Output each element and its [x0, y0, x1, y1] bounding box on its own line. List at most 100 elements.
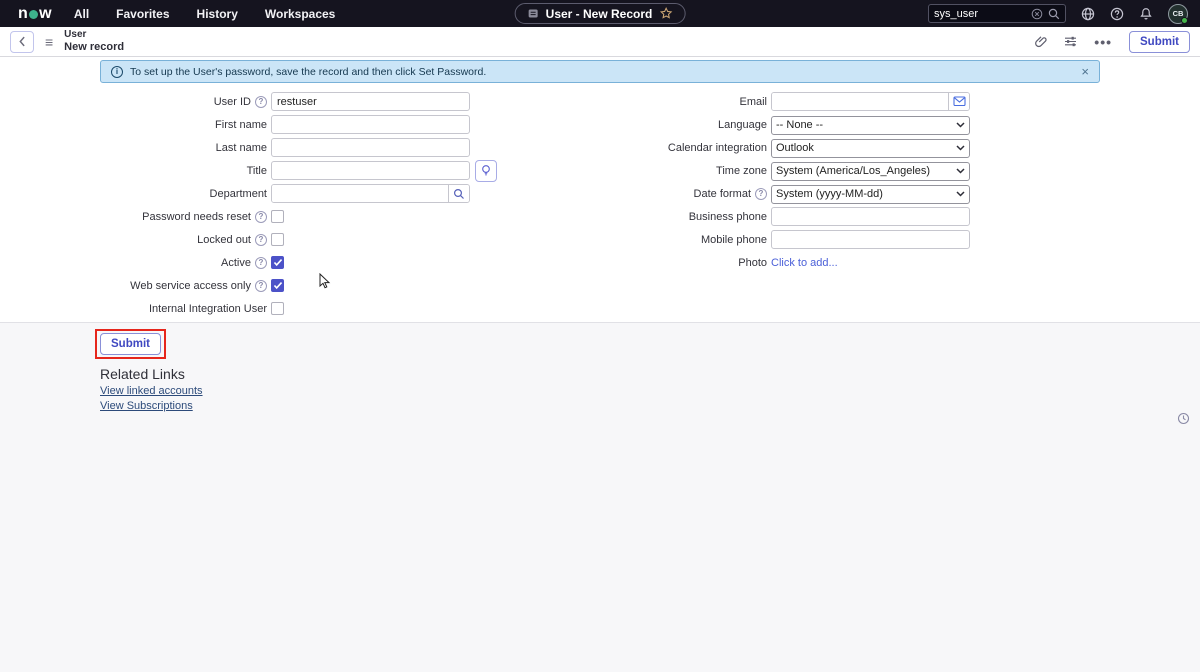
calendar-integration-row: Calendar integration Outlook	[590, 136, 1010, 159]
servicenow-logo[interactable]: nw	[18, 5, 52, 23]
internal-integration-user-checkbox[interactable]	[271, 302, 284, 315]
personalize-form-icon[interactable]	[1064, 35, 1077, 48]
last-name-label: Last name	[100, 142, 267, 154]
locked-out-checkbox[interactable]	[271, 233, 284, 246]
notifications-bell-icon[interactable]	[1139, 7, 1153, 21]
view-linked-accounts-link[interactable]: View linked accounts	[100, 385, 203, 397]
time-zone-row: Time zone System (America/Los_Angeles)	[590, 159, 1010, 182]
email-row: Email	[590, 90, 1010, 113]
nav-item-all[interactable]: All	[74, 7, 89, 21]
department-lookup-icon[interactable]	[448, 185, 469, 202]
title-row: Title	[100, 159, 530, 182]
banner-close-icon[interactable]: ×	[1081, 64, 1089, 79]
header-actions: CB	[928, 4, 1188, 24]
department-input[interactable]	[272, 185, 448, 202]
more-options-icon[interactable]: •••	[1094, 37, 1112, 47]
field-help-icon[interactable]: ?	[255, 96, 267, 108]
title-label: Title	[100, 165, 267, 177]
language-row: Language -- None --	[590, 113, 1010, 136]
time-zone-select[interactable]: System (America/Los_Angeles)	[771, 162, 970, 181]
business-phone-label: Business phone	[590, 211, 767, 223]
business-phone-input[interactable]	[771, 207, 970, 226]
business-phone-row: Business phone	[590, 205, 1010, 228]
locked-out-label: Locked out?	[100, 234, 267, 246]
first-name-input[interactable]	[271, 115, 470, 134]
field-help-icon[interactable]: ?	[255, 280, 267, 292]
photo-row: Photo Click to add...	[590, 251, 1010, 274]
view-subscriptions-link[interactable]: View Subscriptions	[100, 400, 193, 412]
logo-o-icon	[29, 10, 38, 19]
password-needs-reset-checkbox[interactable]	[271, 210, 284, 223]
calendar-integration-select[interactable]: Outlook	[771, 139, 970, 158]
active-checkbox[interactable]	[271, 256, 284, 269]
record-type-label: User	[64, 29, 124, 41]
date-format-select[interactable]: System (yyyy-MM-dd)	[771, 185, 970, 204]
first-name-row: First name	[100, 113, 530, 136]
form-column-right: Email Language -- None -- Calendar integ…	[590, 90, 1010, 274]
department-row: Department	[100, 182, 530, 205]
web-service-access-checkbox[interactable]	[271, 279, 284, 292]
attachment-paperclip-icon[interactable]	[1034, 35, 1047, 48]
clear-search-icon[interactable]	[1031, 8, 1043, 20]
submit-button-footer[interactable]: Submit	[100, 333, 161, 355]
last-name-row: Last name	[100, 136, 530, 159]
email-input[interactable]	[772, 93, 948, 110]
internal-integration-user-row: Internal Integration User	[100, 297, 530, 320]
field-help-icon[interactable]: ?	[255, 234, 267, 246]
field-help-icon[interactable]: ?	[755, 188, 767, 200]
help-icon[interactable]	[1110, 7, 1124, 21]
internal-integration-user-label: Internal Integration User	[100, 303, 267, 315]
back-button[interactable]	[10, 31, 34, 53]
language-label: Language	[590, 119, 767, 131]
user-avatar[interactable]: CB	[1168, 4, 1188, 24]
record-toolbar: ≡ User New record ••• Submit	[0, 27, 1200, 57]
form-list-icon	[528, 8, 539, 19]
first-name-label: First name	[100, 119, 267, 131]
date-format-label: Date format?	[590, 188, 767, 200]
globe-icon[interactable]	[1081, 7, 1095, 21]
global-search-input[interactable]	[934, 8, 1026, 20]
email-envelope-icon[interactable]	[948, 93, 969, 110]
toolbar-actions: ••• Submit	[1034, 31, 1190, 53]
mobile-phone-input[interactable]	[771, 230, 970, 249]
email-label: Email	[590, 96, 767, 108]
user-id-input[interactable]	[271, 92, 470, 111]
last-name-input[interactable]	[271, 138, 470, 157]
department-label: Department	[100, 188, 267, 200]
mobile-phone-label: Mobile phone	[590, 234, 767, 246]
date-format-row: Date format? System (yyyy-MM-dd)	[590, 182, 1010, 205]
record-title-pill[interactable]: User - New Record	[515, 3, 686, 24]
nav-item-favorites[interactable]: Favorites	[116, 7, 169, 21]
language-select[interactable]: -- None --	[771, 116, 970, 135]
time-zone-label: Time zone	[590, 165, 767, 177]
suggestion-lightbulb-button[interactable]	[475, 160, 497, 182]
banner-text: To set up the User's password, save the …	[130, 66, 486, 78]
password-needs-reset-label: Password needs reset?	[100, 211, 267, 223]
response-time-clock-icon[interactable]	[1177, 412, 1190, 430]
title-input[interactable]	[271, 161, 470, 180]
favorite-star-icon[interactable]	[659, 7, 672, 20]
record-heading: User New record	[64, 29, 124, 53]
active-row: Active?	[100, 251, 530, 274]
field-help-icon[interactable]: ?	[255, 211, 267, 223]
top-nav-bar: nw All Favorites History Workspaces User…	[0, 0, 1200, 27]
record-name-label: New record	[64, 41, 124, 54]
nav-item-workspaces[interactable]: Workspaces	[265, 7, 335, 21]
record-pill-title: User - New Record	[546, 7, 653, 21]
presence-status-dot	[1181, 17, 1188, 24]
mobile-phone-row: Mobile phone	[590, 228, 1010, 251]
submit-button[interactable]: Submit	[1129, 31, 1190, 53]
form-context-menu-icon[interactable]: ≡	[43, 34, 55, 50]
related-links-heading: Related Links	[100, 366, 1200, 382]
global-search-box[interactable]	[928, 4, 1066, 23]
main-menu: All Favorites History Workspaces	[74, 7, 336, 21]
nav-item-history[interactable]: History	[197, 7, 238, 21]
photo-add-link[interactable]: Click to add...	[771, 257, 838, 269]
user-id-label: User ID?	[100, 96, 267, 108]
search-icon[interactable]	[1048, 8, 1060, 20]
user-id-row: User ID?	[100, 90, 530, 113]
web-service-access-row: Web service access only?	[100, 274, 530, 297]
photo-label: Photo	[590, 257, 767, 269]
web-service-access-label: Web service access only?	[100, 280, 267, 292]
field-help-icon[interactable]: ?	[255, 257, 267, 269]
